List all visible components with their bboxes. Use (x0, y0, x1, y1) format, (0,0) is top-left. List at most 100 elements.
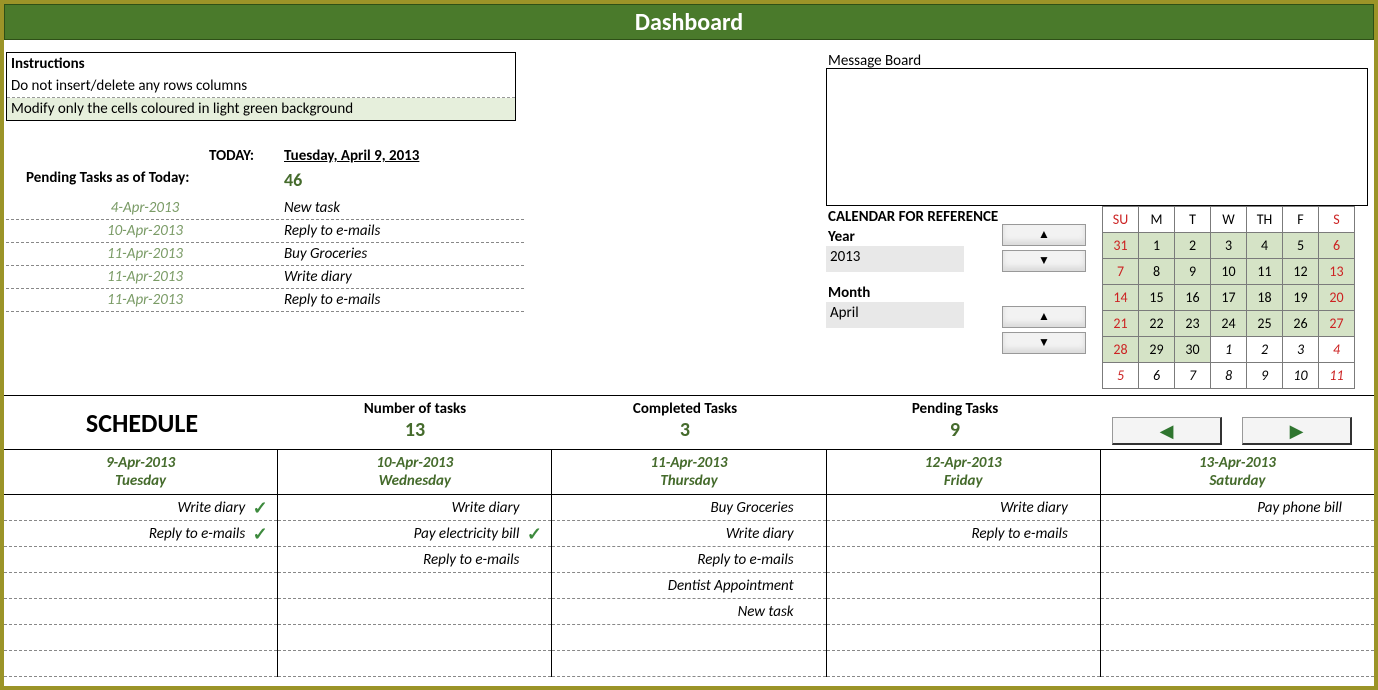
cal-day[interactable]: 12 (1283, 259, 1319, 285)
schedule-task-row[interactable]: Dentist Appointment (552, 573, 825, 599)
schedule-task-row[interactable]: New task (552, 599, 825, 625)
schedule-task-row[interactable] (278, 599, 551, 625)
schedule-task-text: Write diary (4, 499, 249, 517)
schedule-task-row[interactable] (4, 625, 277, 651)
cal-header: M (1139, 207, 1175, 233)
schedule-task-row[interactable]: Pay phone bill (1101, 495, 1374, 521)
cal-day[interactable]: 8 (1211, 363, 1247, 389)
next-button[interactable]: ▶ (1242, 417, 1352, 445)
schedule-task-row[interactable]: Buy Groceries (552, 495, 825, 521)
cal-day[interactable]: 8 (1139, 259, 1175, 285)
month-value[interactable]: April (826, 302, 964, 328)
schedule-task-row[interactable] (278, 625, 551, 651)
cal-day[interactable]: 3 (1283, 337, 1319, 363)
schedule-task-row[interactable]: Reply to e-mails✓ (4, 521, 277, 547)
schedule-task-row[interactable] (4, 573, 277, 599)
cal-day[interactable]: 31 (1103, 233, 1139, 259)
cal-day[interactable]: 9 (1247, 363, 1283, 389)
cal-day[interactable]: 21 (1103, 311, 1139, 337)
cal-day[interactable]: 20 (1319, 285, 1355, 311)
cal-day[interactable]: 6 (1139, 363, 1175, 389)
cal-day[interactable]: 16 (1175, 285, 1211, 311)
cal-day[interactable]: 25 (1247, 311, 1283, 337)
cal-day[interactable]: 2 (1247, 337, 1283, 363)
cal-day[interactable]: 15 (1139, 285, 1175, 311)
task-date: 4-Apr-2013 (6, 197, 284, 219)
schedule-task-row[interactable] (1101, 521, 1374, 547)
cal-day[interactable]: 22 (1139, 311, 1175, 337)
schedule-task-row[interactable] (4, 651, 277, 677)
cal-day[interactable]: 11 (1247, 259, 1283, 285)
cal-day[interactable]: 24 (1211, 311, 1247, 337)
day-header: 12-Apr-2013Friday (827, 450, 1100, 495)
schedule-task-row[interactable] (552, 651, 825, 677)
schedule-task-row[interactable] (4, 547, 277, 573)
day-header: 9-Apr-2013Tuesday (4, 450, 277, 495)
schedule-task-row[interactable]: Reply to e-mails (278, 547, 551, 573)
cal-day[interactable]: 3 (1211, 233, 1247, 259)
cal-day[interactable]: 7 (1103, 259, 1139, 285)
cal-day[interactable]: 23 (1175, 311, 1211, 337)
cal-day[interactable]: 2 (1175, 233, 1211, 259)
cal-day[interactable]: 29 (1139, 337, 1175, 363)
cal-day[interactable]: 26 (1283, 311, 1319, 337)
pending-task-row: 11-Apr-2013Buy Groceries (6, 243, 524, 266)
task-date: 11-Apr-2013 (6, 289, 284, 311)
schedule-task-row[interactable]: Reply to e-mails (827, 521, 1100, 547)
cal-day[interactable]: 7 (1175, 363, 1211, 389)
cal-day[interactable]: 9 (1175, 259, 1211, 285)
cal-day[interactable]: 30 (1175, 337, 1211, 363)
cal-day[interactable]: 11 (1319, 363, 1355, 389)
cal-day[interactable]: 18 (1247, 285, 1283, 311)
schedule-task-row[interactable] (827, 625, 1100, 651)
schedule-task-row[interactable] (552, 625, 825, 651)
cal-day[interactable]: 14 (1103, 285, 1139, 311)
cal-day[interactable]: 5 (1103, 363, 1139, 389)
schedule-task-row[interactable]: Write diary (552, 521, 825, 547)
month-up-button[interactable]: ▲ (1002, 306, 1086, 328)
cal-day[interactable]: 13 (1319, 259, 1355, 285)
cal-day[interactable]: 6 (1319, 233, 1355, 259)
schedule-task-row[interactable] (827, 547, 1100, 573)
schedule-task-row[interactable] (827, 599, 1100, 625)
year-up-button[interactable]: ▲ (1002, 224, 1086, 246)
pending-task-row: 11-Apr-2013Reply to e-mails (6, 289, 524, 312)
calendar-reference: CALENDAR FOR REFERENCE Year 2013 Month A… (826, 206, 1368, 389)
cal-day[interactable]: 28 (1103, 337, 1139, 363)
cal-day[interactable]: 17 (1211, 285, 1247, 311)
schedule-task-row[interactable] (1101, 573, 1374, 599)
month-down-button[interactable]: ▼ (1002, 332, 1086, 354)
schedule-task-row[interactable]: Write diary (278, 495, 551, 521)
schedule-task-row[interactable]: Pay electricity bill✓ (278, 521, 551, 547)
schedule-task-row[interactable] (1101, 599, 1374, 625)
schedule-task-row[interactable] (1101, 547, 1374, 573)
schedule-task-text: Reply to e-mails (4, 525, 249, 543)
schedule-task-row[interactable] (1101, 651, 1374, 677)
schedule-task-row[interactable]: Write diary (827, 495, 1100, 521)
schedule-task-row[interactable] (278, 651, 551, 677)
schedule-task-row[interactable] (827, 573, 1100, 599)
schedule-task-row[interactable] (1101, 625, 1374, 651)
cal-day[interactable]: 1 (1211, 337, 1247, 363)
cal-day[interactable]: 1 (1139, 233, 1175, 259)
year-down-button[interactable]: ▼ (1002, 250, 1086, 272)
cal-day[interactable]: 27 (1319, 311, 1355, 337)
stat-value: 3 (550, 418, 820, 442)
schedule-nav: ◀ ▶ (1090, 396, 1374, 449)
cal-day[interactable]: 10 (1283, 363, 1319, 389)
cal-header: W (1211, 207, 1247, 233)
cal-day[interactable]: 4 (1247, 233, 1283, 259)
schedule-task-row[interactable]: Write diary✓ (4, 495, 277, 521)
schedule-task-row[interactable] (278, 573, 551, 599)
message-board-box[interactable] (826, 68, 1368, 206)
year-value[interactable]: 2013 (826, 246, 964, 272)
schedule-task-row[interactable] (827, 651, 1100, 677)
cal-day[interactable]: 19 (1283, 285, 1319, 311)
task-name: New task (284, 197, 340, 219)
schedule-task-row[interactable] (4, 599, 277, 625)
schedule-task-row[interactable]: Reply to e-mails (552, 547, 825, 573)
cal-day[interactable]: 10 (1211, 259, 1247, 285)
prev-button[interactable]: ◀ (1112, 417, 1222, 445)
cal-day[interactable]: 4 (1319, 337, 1355, 363)
cal-day[interactable]: 5 (1283, 233, 1319, 259)
